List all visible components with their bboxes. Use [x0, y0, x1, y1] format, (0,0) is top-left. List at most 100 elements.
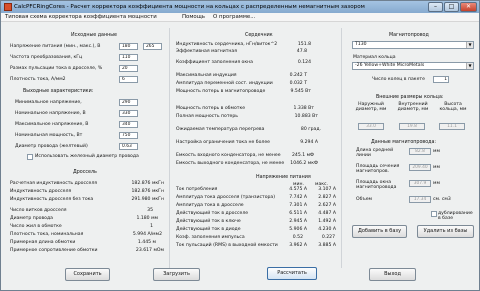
- result-value: 1: [150, 224, 153, 229]
- volume-field[interactable]: 17.34: [409, 196, 431, 203]
- result-value: 35: [147, 208, 153, 213]
- result-label: Примерное сопротивление обмотки: [10, 248, 98, 253]
- result-label: Примерная длина обмотки: [10, 240, 76, 245]
- current-max-value: 0.227: [321, 235, 335, 240]
- separator: [341, 28, 342, 268]
- app-icon: [4, 3, 12, 11]
- inner-diameter-field[interactable]: 19.8: [399, 123, 425, 130]
- supply-voltage-header: Напряжение питания: [256, 175, 311, 180]
- separator: [169, 28, 170, 268]
- ring-height-label: Высота кольца, мм: [439, 102, 467, 112]
- maximize-button[interactable]: □: [444, 2, 459, 12]
- calculate-button[interactable]: Рассчитать: [267, 267, 317, 280]
- core-param-value: 0.124: [297, 60, 311, 65]
- add-to-db-button[interactable]: Добавить в базу: [352, 225, 407, 238]
- vout-min-input[interactable]: 290: [119, 99, 138, 106]
- core-select[interactable]: T130 ▼: [352, 41, 474, 49]
- input-data-heading: Исходные данные: [71, 33, 117, 38]
- ripple-input[interactable]: 20: [119, 65, 138, 72]
- core-param-value: 1046.2 мкФ: [290, 161, 318, 166]
- core-param-label: Максимальная индукция: [176, 73, 237, 78]
- duplicate-checkbox[interactable]: [431, 211, 437, 217]
- rings-count-input[interactable]: 1: [433, 76, 449, 83]
- result-label: Расчетная индуктивность дросселя: [10, 181, 98, 186]
- current-row-label: Ток пульсаций (RMS) в выходной емкости: [176, 243, 278, 248]
- delete-from-db-button[interactable]: Удалить из базы: [417, 225, 474, 238]
- menu-item-help[interactable]: Помощь: [182, 13, 205, 22]
- vout-nom-input[interactable]: 330: [119, 110, 138, 117]
- current-density-input[interactable]: 6: [119, 76, 138, 83]
- close-button[interactable]: ✕: [460, 2, 477, 12]
- power-input[interactable]: 750: [119, 132, 138, 139]
- title-bar: CalcPFCRingCores - Расчет корректора коэ…: [1, 1, 479, 13]
- result-label: Число витков дросселя: [10, 208, 67, 213]
- path-length-label: Длина средней линии: [356, 148, 394, 158]
- current-min-value: 6.511 А: [289, 211, 307, 216]
- current-min-value: 7.742 А: [289, 195, 307, 200]
- outer-diameter-field[interactable]: 33.0: [358, 123, 384, 130]
- ring-dims-heading: Внешние размеры кольца:: [376, 95, 444, 100]
- path-length-unit: мм: [433, 149, 440, 154]
- cross-section-label: Площадь сечения магнитопров.: [356, 164, 400, 174]
- current-row-label: Действующий ток в диоде: [176, 227, 241, 232]
- core-param-value: 245.1 мФ: [291, 153, 314, 158]
- frequency-input[interactable]: 110: [119, 54, 138, 61]
- load-button[interactable]: Загрузить: [153, 268, 200, 281]
- core-param-value: 0.032 Т: [289, 81, 307, 86]
- menu-item-about[interactable]: О программе...: [213, 13, 255, 22]
- core-param-value: 9.545 Вт: [290, 89, 311, 94]
- iron-wire-checkbox[interactable]: [27, 154, 33, 160]
- core-param-label: Мощность потерь в обмотке: [176, 106, 246, 111]
- result-value: 23.617 мОм: [135, 248, 164, 253]
- core-param-label: Мощность потерь в магнитопроводе: [176, 89, 266, 94]
- core-param-value: 151.8: [297, 42, 311, 47]
- core-param-label: Настройка ограничения тока не более: [176, 140, 270, 145]
- current-max-value: 1.492 А: [318, 219, 336, 224]
- current-row-label: Ток потребления: [176, 187, 218, 192]
- ring-height-field[interactable]: 11.1: [439, 123, 465, 130]
- material-select[interactable]: -26 Yellow+White MicroMetals ▼: [352, 62, 474, 70]
- current-max-value: 4.487 А: [318, 211, 336, 216]
- chevron-down-icon[interactable]: ▼: [466, 63, 473, 69]
- wire-diameter-input[interactable]: 0.63: [119, 143, 138, 150]
- material-label: Материал кольца: [353, 55, 396, 60]
- ripple-label: Размах пульсации тока в дросселе, %: [10, 66, 103, 71]
- vout-min-label: Минимальное напряжение,: [15, 100, 82, 105]
- core-select-value: T130: [355, 42, 367, 47]
- core-param-label: Индуктивность сердечника, нГн/виток^2: [176, 42, 278, 47]
- vout-max-input[interactable]: 340: [119, 121, 138, 128]
- path-length-field[interactable]: 82.8: [409, 148, 431, 155]
- result-label: Индуктивность дросселя без тока: [10, 197, 94, 202]
- result-label: Индуктивность дросселя: [10, 189, 72, 194]
- menu-bar: Типовая схема корректора коэффициента мо…: [1, 13, 479, 22]
- current-min-value: 2.945 А: [289, 219, 307, 224]
- current-max-value: 2.627 А: [318, 203, 336, 208]
- voltage-min-input[interactable]: 180: [119, 43, 138, 50]
- result-value: 291.980 мкГн: [131, 197, 164, 202]
- current-row-label: Действующий ток в дросселе: [176, 211, 249, 216]
- core-param-value: 80 град.: [300, 127, 321, 132]
- menu-item-schematic[interactable]: Типовая схема корректора коэффициента мо…: [5, 13, 157, 22]
- result-label: Диаметр провода: [10, 216, 53, 221]
- vout-nom-label: Номинальное напряжение, В: [15, 111, 86, 116]
- result-value: 1.445 м: [137, 240, 156, 245]
- current-min-value: 5.906 А: [289, 227, 307, 232]
- result-label: Плотность тока, номинальная: [10, 232, 84, 237]
- rings-count-label: Число колец в пакете: [372, 77, 425, 82]
- choke-heading: Дроссель: [73, 170, 97, 175]
- material-select-value: -26 Yellow+White MicroMetals: [355, 63, 425, 68]
- window-area-field[interactable]: 307.9: [409, 180, 431, 187]
- current-max-value: 3.107 А: [318, 187, 336, 192]
- current-max-value: 4.230 А: [318, 227, 336, 232]
- result-value: 182.876 мкГн: [131, 181, 164, 186]
- core-param-label: Полная мощность потерь: [176, 114, 238, 119]
- core-param-label: Ожидаемая температура перегрева: [176, 127, 265, 132]
- voltage-max-input[interactable]: 265: [143, 43, 162, 50]
- cross-section-field[interactable]: 209.40: [409, 164, 431, 171]
- exit-button[interactable]: Выход: [369, 268, 416, 281]
- minimize-button[interactable]: –: [428, 2, 443, 12]
- core-param-label: Амплитуда переменной сост. индукции: [176, 81, 273, 86]
- frequency-label: Частота преобразования, кГц: [10, 55, 83, 60]
- chevron-down-icon[interactable]: ▼: [466, 42, 473, 48]
- save-button[interactable]: Сохранить: [65, 268, 110, 281]
